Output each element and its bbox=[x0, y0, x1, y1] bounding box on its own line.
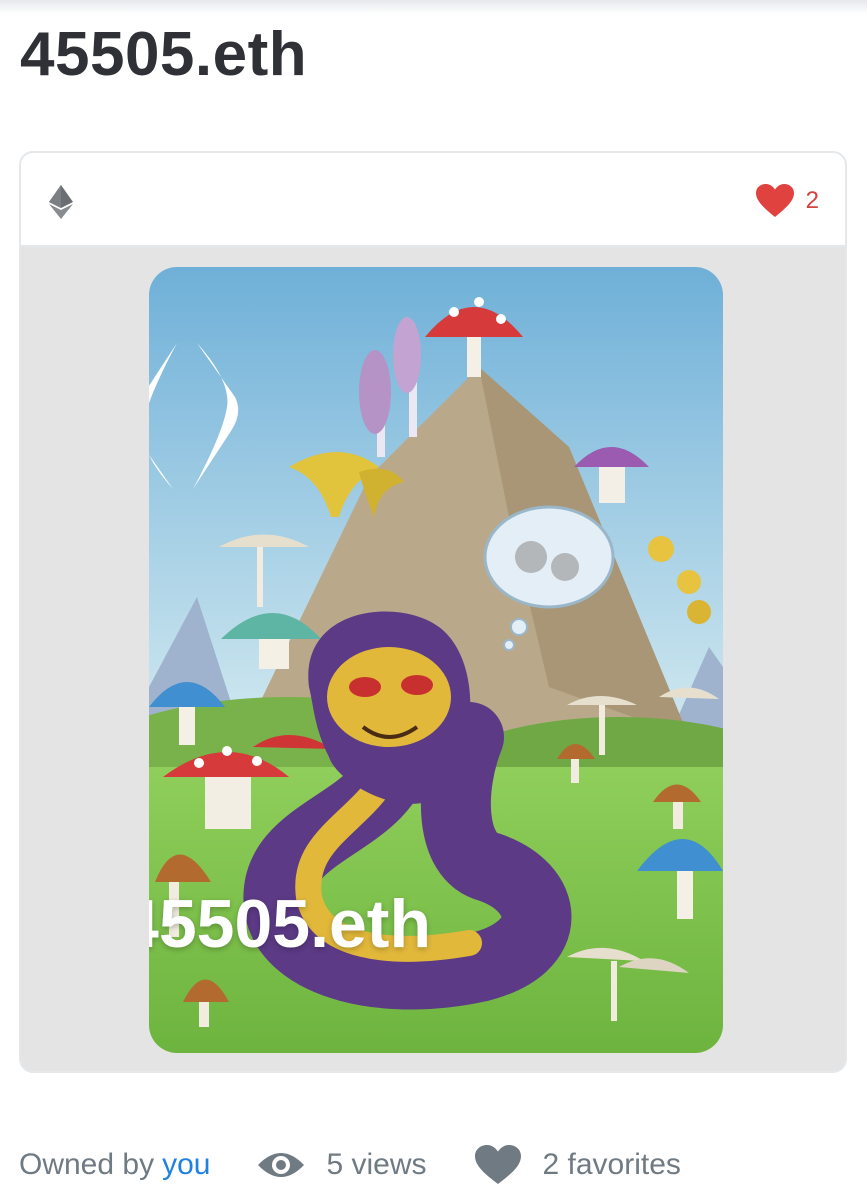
card-header: 2 bbox=[21, 153, 845, 247]
item-stats-bar: Owned by you 5 views 2 favorites bbox=[19, 1142, 681, 1188]
eye-icon bbox=[258, 1153, 305, 1177]
views-count: 5 views bbox=[326, 1148, 427, 1181]
heart-icon bbox=[755, 184, 794, 217]
top-bar-shadow bbox=[0, 0, 867, 14]
heart-icon bbox=[474, 1145, 521, 1184]
favorites-stat: 2 favorites bbox=[427, 1145, 681, 1185]
nft-artwork[interactable]: 45505.eth bbox=[149, 267, 723, 1053]
page-title: 45505.eth bbox=[20, 20, 308, 89]
views-stat: 5 views bbox=[210, 1148, 427, 1182]
ethereum-icon bbox=[49, 185, 73, 219]
favorite-button[interactable]: 2 bbox=[755, 183, 819, 219]
media-area: 45505.eth bbox=[21, 247, 845, 1071]
favorites-count: 2 favorites bbox=[542, 1148, 681, 1181]
nft-card: 2 45505.eth bbox=[19, 151, 847, 1073]
owned-by-label: Owned by bbox=[19, 1148, 155, 1181]
artwork-name-text: 45505.eth bbox=[149, 886, 431, 962]
owner-link[interactable]: you bbox=[162, 1148, 210, 1182]
ens-logo-icon bbox=[149, 343, 239, 489]
favorite-count: 2 bbox=[805, 187, 819, 214]
